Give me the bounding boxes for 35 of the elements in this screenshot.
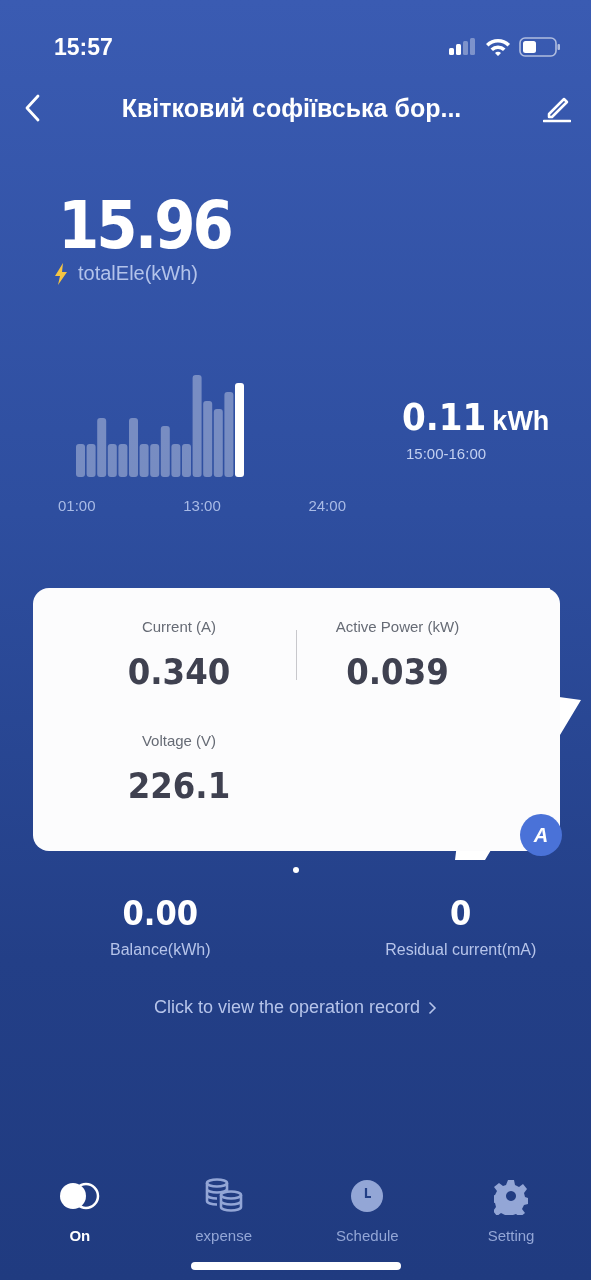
wifi-icon bbox=[485, 38, 511, 56]
back-icon[interactable] bbox=[24, 94, 40, 122]
page-dot[interactable] bbox=[292, 867, 299, 873]
total-energy-label: totalEle(kWh) bbox=[78, 262, 199, 285]
metric-value: 0.340 bbox=[127, 651, 231, 692]
hour-energy-value: 0.11 bbox=[402, 395, 487, 439]
nav-tab[interactable]: Schedule bbox=[307, 1177, 428, 1244]
metric-label: Current (A) bbox=[141, 618, 217, 635]
chevron-icon bbox=[428, 1000, 438, 1015]
operation-record-link[interactable]: Click to view the operation record bbox=[153, 997, 438, 1018]
total-energy-value: 15.96 bbox=[58, 186, 232, 265]
nav-tab[interactable]: On bbox=[19, 1177, 140, 1244]
unit-label: kWh bbox=[492, 406, 550, 437]
metric-label: Active Power (kW) bbox=[335, 618, 460, 635]
summary-value: 0.00 bbox=[122, 893, 198, 933]
device-title: Квітковий софіївська бор... bbox=[121, 93, 462, 123]
signal-icon bbox=[449, 38, 477, 56]
battery-icon bbox=[519, 37, 561, 57]
lightning-icon bbox=[54, 262, 68, 285]
status-time: 15:57 bbox=[54, 33, 113, 61]
period-label: 15:00-16:00 bbox=[406, 445, 488, 462]
nav-tab[interactable]: Setting bbox=[451, 1177, 572, 1244]
clock-icon bbox=[350, 1177, 385, 1215]
summary-label: Residual current(mA) bbox=[385, 941, 537, 959]
nav-tab[interactable]: expense bbox=[163, 1177, 284, 1244]
summary-label: Balance(kWh) bbox=[110, 941, 211, 959]
summary-value: 0 bbox=[450, 893, 472, 933]
axis-label: 13:00 bbox=[183, 497, 221, 514]
coins-icon bbox=[203, 1177, 244, 1215]
settings-icon bbox=[494, 1177, 529, 1215]
axis-label: 01:00 bbox=[58, 497, 96, 514]
metric-value: 0.039 bbox=[346, 651, 449, 692]
metric-value: 226.1 bbox=[127, 765, 231, 806]
axis-label: 24:00 bbox=[308, 497, 346, 514]
metric-label: Voltage (V) bbox=[141, 732, 217, 749]
